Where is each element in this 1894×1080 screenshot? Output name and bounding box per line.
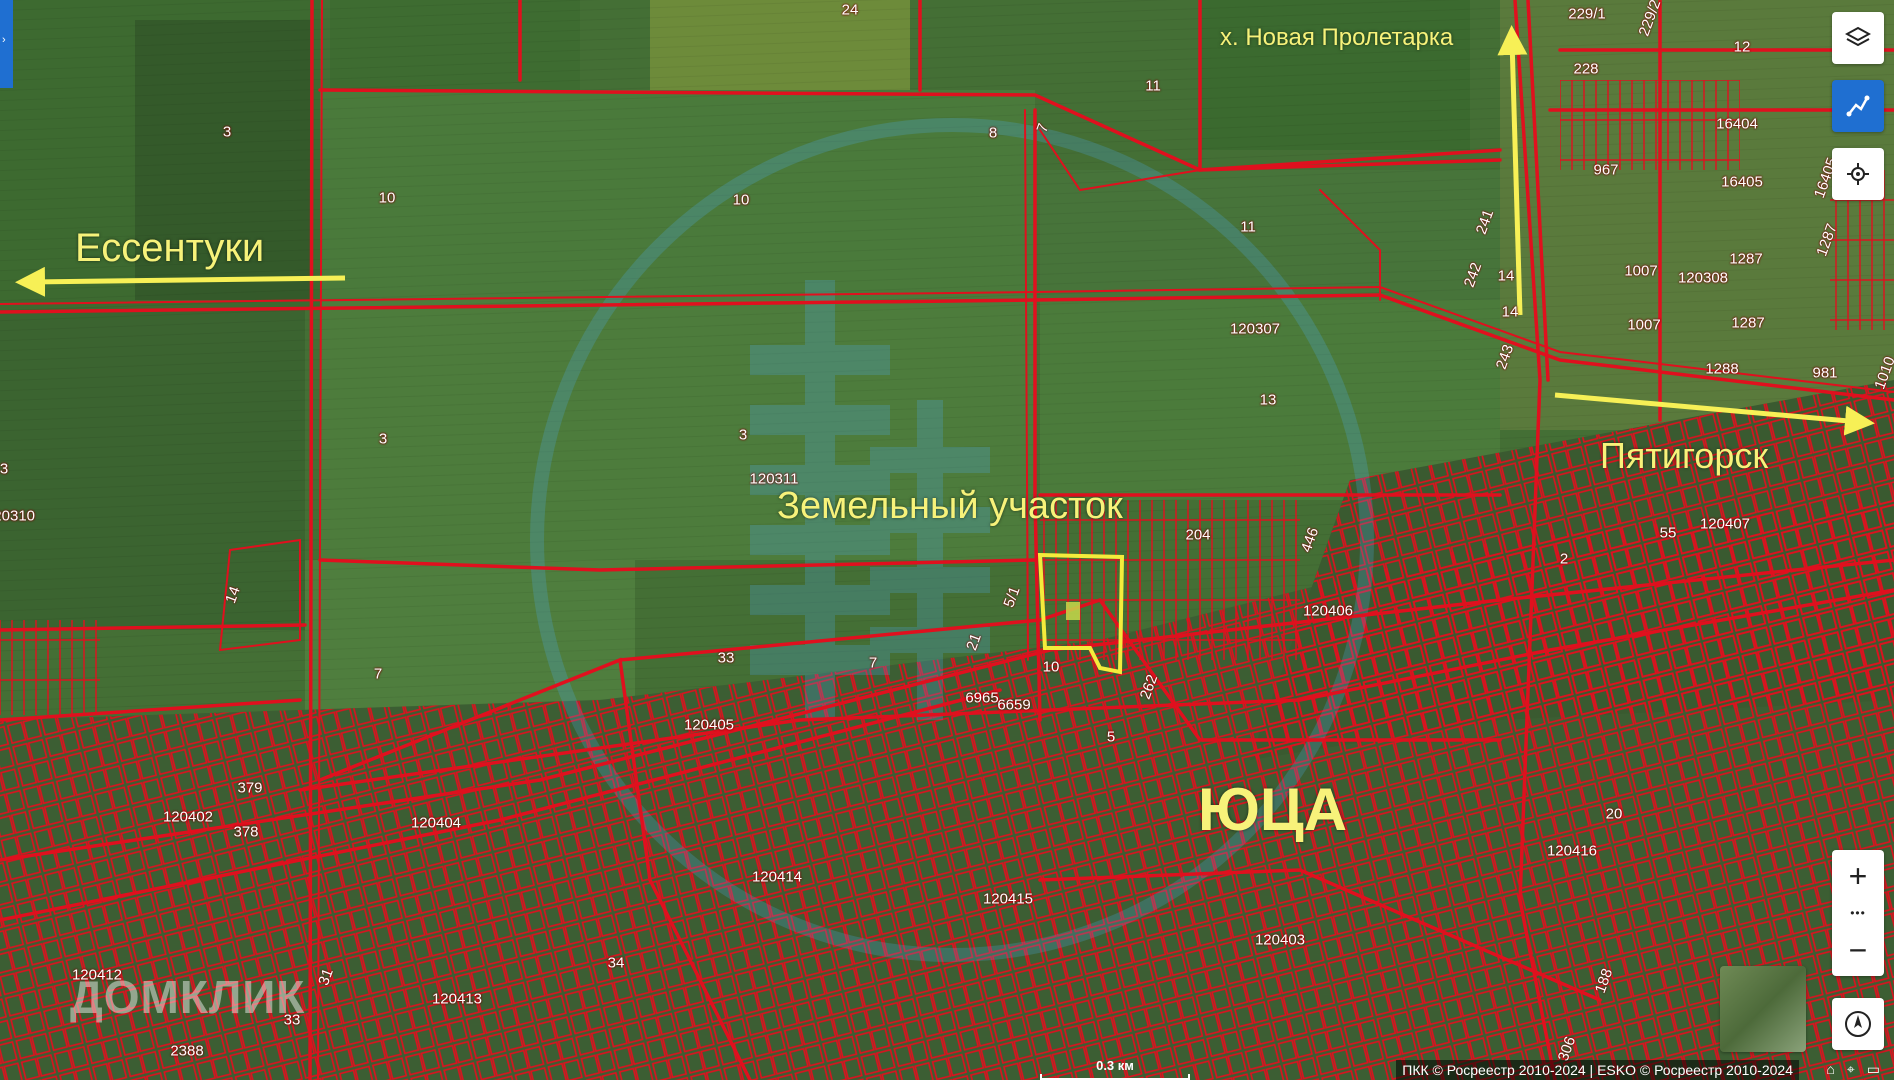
parcel-label: 378 (233, 823, 259, 841)
parcel-label: 6965 (965, 689, 999, 707)
parcel-label: 3 (0, 460, 9, 478)
parcel-label: 14 (1501, 303, 1519, 321)
parcel-label: 3 (222, 123, 232, 141)
label-novaya-proletarka: х. Новая Пролетарка (1220, 24, 1454, 51)
scale-label: 0.3 км (1096, 1058, 1134, 1073)
parcel-label: 12 (1733, 38, 1751, 56)
label-parcel: Земельный участок (777, 485, 1123, 527)
label-pyatigorsk: Пятигорск (1600, 435, 1769, 476)
parcel-label: 1287 (1731, 314, 1765, 332)
parcel-label: 120405 (683, 716, 735, 734)
parcel-label: 8 (988, 124, 998, 142)
parcel-label: 120403 (1254, 931, 1306, 949)
parcel-label: 2 (1559, 550, 1569, 568)
parcel-label: 120404 (410, 814, 462, 832)
parcel-label: 34 (607, 954, 625, 972)
zoom-in-button[interactable]: + (1832, 850, 1884, 902)
sidebar-toggle[interactable]: › (0, 0, 13, 88)
zoom-more-button[interactable]: ••• (1832, 902, 1884, 924)
parcel-label: 1007 (1624, 262, 1658, 280)
parcel-label: 11 (1145, 77, 1161, 95)
parcel-label: 981 (1812, 364, 1838, 382)
parcel-label: 120308 (1677, 269, 1729, 287)
parcel-label: 6659 (997, 696, 1031, 714)
parcel-label: 16405 (1721, 173, 1763, 191)
parcel-label: 120307 (1229, 320, 1281, 338)
layers-button[interactable] (1832, 12, 1884, 64)
route-icon (1846, 95, 1870, 117)
parcel-label: 14 (1497, 267, 1515, 285)
parcel-label: 120415 (982, 890, 1034, 908)
attribution: ПКК © Росреестр 2010-2024 | ESKO © Росре… (1396, 1060, 1799, 1080)
parcel-label: 55 (1659, 524, 1677, 542)
layers-icon (1845, 26, 1871, 47)
parcel-label: 120311 (749, 470, 799, 488)
parcel-label: 5 (1106, 728, 1116, 746)
parcel-label: 24 (841, 1, 859, 19)
home-icon[interactable]: ⌂ (1826, 1061, 1834, 1078)
locate-button[interactable] (1832, 148, 1884, 200)
parcel-label: 7 (868, 654, 878, 672)
window-icon[interactable]: ▭ (1867, 1061, 1880, 1078)
parcel-label: 120414 (751, 868, 803, 886)
scale-bar: 0.3 км (1040, 1058, 1190, 1080)
parcel-label: 33 (717, 649, 735, 667)
parcel-label: 967 (1593, 161, 1619, 179)
minimap-thumbnail[interactable] (1720, 966, 1806, 1052)
parcel-label: 228 (1573, 60, 1599, 78)
parcel-label: 16404 (1716, 115, 1758, 133)
brand-watermark: ДОМКЛИК (70, 971, 306, 1023)
label-yutsa: ЮЦА (1198, 776, 1348, 843)
parcel-label: 379 (237, 779, 263, 797)
parcel-label: 10 (1042, 658, 1060, 676)
parcel-label: 120416 (1546, 842, 1598, 860)
compass-button[interactable] (1832, 998, 1884, 1050)
zoom-out-button[interactable]: − (1832, 924, 1884, 976)
bottom-icons: ⌂ ⌖ ▭ (1826, 1061, 1880, 1078)
parcel-label: 120310 (0, 507, 36, 525)
parcel-label: 7 (373, 665, 383, 683)
parcel-label: 204 (1185, 526, 1211, 544)
parcel-label: 3 (378, 430, 388, 448)
parcel-label: 3 (738, 426, 748, 444)
route-button[interactable] (1832, 80, 1884, 132)
parcel-label: 20 (1605, 805, 1623, 823)
cursor-icon[interactable]: ⌖ (1847, 1061, 1855, 1078)
zoom-control: + ••• − (1832, 850, 1884, 976)
chevron-right-icon: › (2, 34, 6, 46)
parcel-label: 1007 (1627, 316, 1661, 334)
parcel-label: 13 (1259, 391, 1277, 409)
parcel-label: 120402 (162, 808, 214, 826)
locate-icon (1847, 163, 1869, 185)
parcel-label: 2388 (170, 1042, 204, 1060)
parcel-label: 229/1 (1568, 5, 1606, 23)
parcel-label: 120406 (1302, 602, 1354, 620)
parcel-label: 120407 (1699, 515, 1751, 533)
parcel-label: 120413 (431, 990, 483, 1008)
compass-icon (1845, 1011, 1871, 1037)
parcel-label: 1288 (1705, 360, 1739, 378)
parcel-label: 10 (378, 189, 396, 207)
label-essentuki: Ессентуки (75, 226, 265, 270)
parcel-label: 10 (732, 191, 750, 209)
parcel-label: 1287 (1729, 250, 1763, 268)
parcel-label: 11 (1240, 218, 1256, 236)
